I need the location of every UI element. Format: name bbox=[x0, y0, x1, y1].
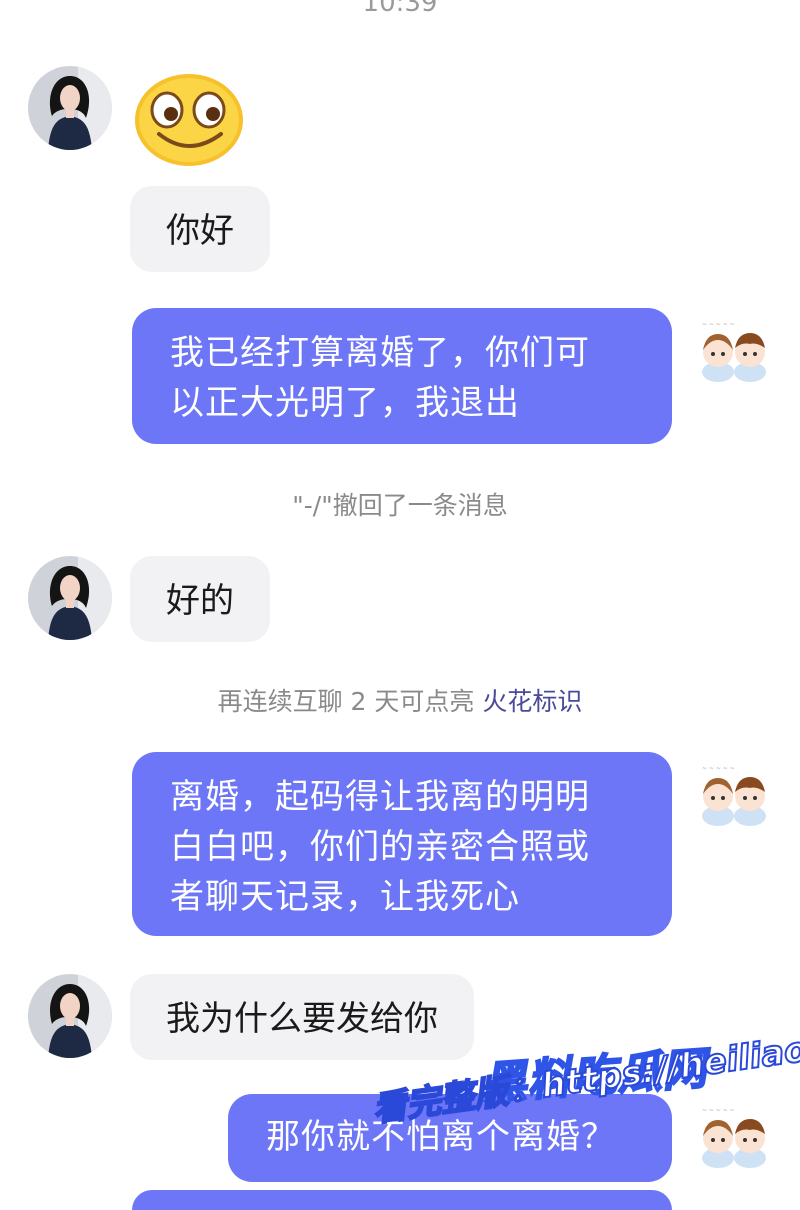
incoming-message[interactable]: 好的 bbox=[130, 556, 270, 642]
svg-text:~ ~ ~ ~ ~: ~ ~ ~ ~ ~ bbox=[702, 321, 735, 328]
contact-avatar[interactable] bbox=[28, 556, 112, 640]
outgoing-message[interactable]: 离婚，起码得让我离的明明 白白吧，你们的亲密合照或 者聊天记录，让我死心 bbox=[132, 752, 672, 936]
outgoing-message[interactable]: 我已经打算离婚了，你们可 以正大光明了，我退出 bbox=[132, 308, 672, 444]
message-text: 我为什么要发给你 bbox=[166, 999, 438, 1039]
user-avatar-sticker[interactable]: ~ ~ ~ ~ ~ bbox=[696, 1104, 772, 1170]
message-text: 那你就不怕离个离婚？ bbox=[266, 1117, 616, 1157]
spark-notice: 再连续互聊 2 天可点亮 火花标识 bbox=[0, 682, 800, 718]
svg-text:~ ~ ~ ~ ~: ~ ~ ~ ~ ~ bbox=[702, 765, 735, 772]
spark-notice-text: 再连续互聊 2 天可点亮 bbox=[217, 687, 483, 716]
svg-text:~ ~ ~ ~ ~: ~ ~ ~ ~ ~ bbox=[702, 1107, 735, 1114]
user-avatar-sticker[interactable]: ~ ~ ~ ~ ~ bbox=[696, 762, 772, 828]
message-text: 你好 bbox=[166, 211, 234, 251]
recalled-notice: "-/"撤回了一条消息 bbox=[292, 491, 508, 520]
message-text-line: 者聊天记录，让我死心 bbox=[170, 877, 520, 917]
contact-avatar[interactable] bbox=[28, 974, 112, 1058]
incoming-message[interactable]: 你好 bbox=[130, 186, 270, 272]
message-text-line: 离婚，起码得让我离的明明 bbox=[170, 777, 590, 817]
incoming-message[interactable]: 我为什么要发给你 bbox=[130, 974, 474, 1060]
message-text-line: 以正大光明了，我退出 bbox=[170, 383, 520, 423]
spark-link[interactable]: 火花标识 bbox=[482, 687, 582, 716]
smiling-face-icon bbox=[133, 70, 245, 168]
user-avatar-sticker[interactable]: ~ ~ ~ ~ ~ bbox=[696, 318, 772, 384]
message-text: 好的 bbox=[166, 581, 234, 621]
outgoing-message-partial bbox=[132, 1190, 672, 1210]
message-text-line: 白白吧，你们的亲密合照或 bbox=[170, 827, 590, 867]
message-text-line: 我已经打算离婚了，你们可 bbox=[170, 333, 590, 373]
contact-avatar[interactable] bbox=[28, 66, 112, 150]
status-time: 10:39 bbox=[362, 0, 438, 18]
